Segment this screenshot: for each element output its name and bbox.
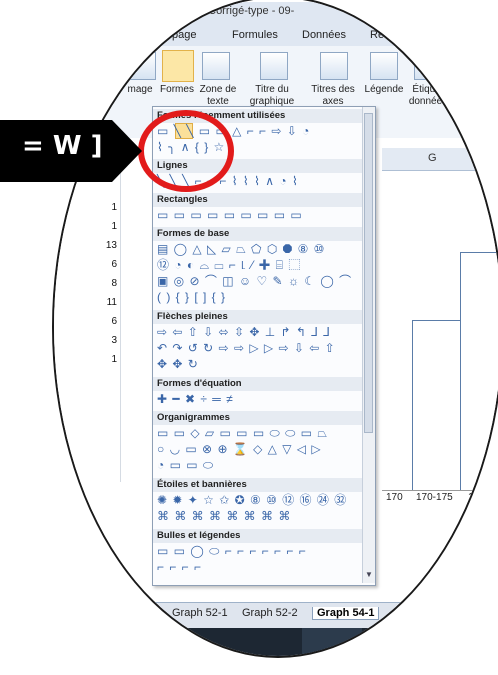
scrollbar-thumb[interactable]	[364, 113, 373, 433]
annotation-arrow-text: = W ]	[22, 131, 103, 161]
value-cell[interactable]: 6	[54, 259, 117, 270]
tab-formules[interactable]: Formules	[232, 29, 278, 41]
shapes-row-fleches[interactable]: ⇨ ⇦ ⇧ ⇩ ⬄ ⇳ ✥ ⊥ ↱ ↰ ⅃ ⅃	[157, 325, 331, 340]
column-g-label: G	[428, 152, 437, 164]
section-header-etoiles: Étoiles et bannières	[153, 478, 373, 492]
value-cell[interactable]: 6	[54, 316, 117, 327]
shapes-row-base[interactable]: ▣ ◎ ⊘ ⌒ ◫ ☺ ♡ ✎ ☼ ☾ ◯ ⌒	[157, 274, 352, 289]
formes-icon[interactable]	[162, 50, 194, 82]
highlight-circle	[138, 110, 234, 192]
value-cell[interactable]: 1	[54, 221, 117, 232]
chart-x-axis	[382, 490, 498, 491]
shapes-row-rectangles[interactable]: ▭ ▭ ▭ ▭ ▭ ▭ ▭ ▭ ▭	[157, 208, 303, 223]
legende-label[interactable]: Légende	[360, 84, 408, 96]
shapes-row-fleches[interactable]: ↶ ↷ ↺ ↻ ⇨ ⇨ ▷ ▷ ⇨ ⇩ ⇦ ⇧	[157, 341, 336, 356]
chart-bar-edge	[412, 320, 460, 321]
titre-graphique-icon[interactable]	[260, 52, 288, 80]
section-header-rectangles: Rectangles	[153, 193, 373, 207]
section-header-formes-base: Formes de base	[153, 227, 373, 241]
titres-axes-label[interactable]: Titres des axes	[304, 84, 362, 108]
section-header-equation: Formes d'équation	[153, 377, 373, 391]
sheet-tab-graph-52-2[interactable]: Graph 52-2	[242, 607, 298, 619]
axis-tick-label: 170	[386, 492, 403, 503]
sheet-tab-graph-54-1[interactable]: Graph 54-1	[312, 607, 380, 620]
window-titlebar: t 22 - Corrigé-type - 09-	[54, 2, 498, 24]
shapes-row-etoiles[interactable]: ⌘ ⌘ ⌘ ⌘ ⌘ ⌘ ⌘ ⌘	[157, 509, 291, 524]
titre-graphique-label[interactable]: Titre du graphique	[238, 84, 306, 108]
sheet-tab-next[interactable]: Gr	[392, 607, 404, 619]
shapes-row-base[interactable]: ⑫ ◔ ◐ ⌓ ▭ ⌐ ⌊ ⁄ ✚ ⌸ ⬚	[157, 258, 301, 273]
shapes-row-equation[interactable]: ✚ ━ ✖ ÷ ═ ≠	[157, 392, 234, 407]
etiquettes-icon[interactable]	[414, 52, 442, 80]
shapes-row-organigrammes[interactable]: ○ ◡ ▭ ⊗ ⊕ ⌛ ◇ △ ▽ ◁ ▷	[157, 442, 322, 457]
value-cell[interactable]: 1	[54, 354, 117, 365]
chart-bar-edge	[460, 252, 498, 253]
value-cell[interactable]: 8	[54, 278, 117, 289]
sheet-tab-bar: Graph 52-1 Graph 52-2 Graph 54-1 Gr	[54, 602, 498, 629]
value-cell[interactable]: 13	[54, 240, 117, 251]
column-header-g[interactable]: G	[382, 148, 498, 171]
formes-button-label[interactable]: Formes	[156, 84, 198, 96]
shapes-row-bulles[interactable]: ▭ ▭ ◯ ⬭ ⌐ ⌐ ⌐ ⌐ ⌐ ⌐ ⌐	[157, 544, 307, 559]
value-cell[interactable]: 1	[54, 202, 117, 213]
etiquettes-label[interactable]: Étiquet données	[406, 84, 450, 108]
sheet-tab-graph-52-1[interactable]: Graph 52-1	[172, 607, 228, 619]
chart-bar-edge	[460, 252, 461, 490]
tab-donnees[interactable]: Données	[302, 29, 346, 41]
image-icon[interactable]	[128, 52, 156, 80]
axis-tick-label: 1	[468, 492, 474, 503]
ribbon-tabs: page Formules Données Rév	[54, 24, 498, 47]
shapes-row-fleches[interactable]: ✥ ✥ ↻	[157, 357, 199, 372]
legende-icon[interactable]	[370, 52, 398, 80]
grid-line	[120, 152, 121, 482]
value-cell[interactable]: 11	[54, 297, 117, 308]
shapes-row-etoiles[interactable]: ✺ ✹ ✦ ☆ ✩ ✪ ⑧ ⑩ ⑫ ⑯ ㉔ ㉜	[157, 493, 347, 508]
zone-texte-label[interactable]: Zone de texte	[198, 84, 238, 108]
tab-revision[interactable]: Rév	[370, 29, 390, 41]
tab-mise-en-page[interactable]: page	[172, 29, 196, 41]
image-button-label[interactable]: mage	[120, 84, 160, 96]
annotation-arrow-tip	[112, 120, 142, 182]
shapes-row-organigrammes[interactable]: ◔ ▭ ▭ ⬭	[157, 458, 214, 473]
value-cell[interactable]: 3	[54, 335, 117, 346]
scroll-down-icon[interactable]: ▼	[365, 570, 373, 579]
zone-texte-icon[interactable]	[202, 52, 230, 80]
gallery-scrollbar[interactable]: ▼	[362, 107, 375, 583]
shapes-row-base[interactable]: ▤ ◯ △ ◺ ▱ ⏢ ⬠ ⬡ ⯃ ⑧ ⑩	[157, 242, 325, 257]
section-header-bulles: Bulles et légendes	[153, 529, 373, 543]
shapes-row-base[interactable]: ( ) { } [ ] { }	[157, 290, 226, 305]
titres-axes-icon[interactable]	[320, 52, 348, 80]
section-header-fleches: Flèches pleines	[153, 310, 373, 324]
chart-bar-edge	[412, 320, 413, 490]
shapes-row-bulles[interactable]: ⌐ ⌐ ⌐ ⌐	[157, 560, 202, 575]
window-title: t 22 - Corrigé-type - 09-	[180, 5, 295, 17]
taskbar	[54, 628, 498, 656]
section-header-organigrammes: Organigrammes	[153, 411, 373, 425]
axis-tick-label: 170-175	[416, 492, 453, 503]
magnifier-oval: t 22 - Corrigé-type - 09- page Formules …	[52, 0, 498, 658]
taskbar-button[interactable]	[302, 628, 362, 656]
shapes-row-organigrammes[interactable]: ▭ ▭ ◇ ▱ ▭ ▭ ▭ ⬭ ⬭ ▭ ⏢	[157, 426, 328, 441]
